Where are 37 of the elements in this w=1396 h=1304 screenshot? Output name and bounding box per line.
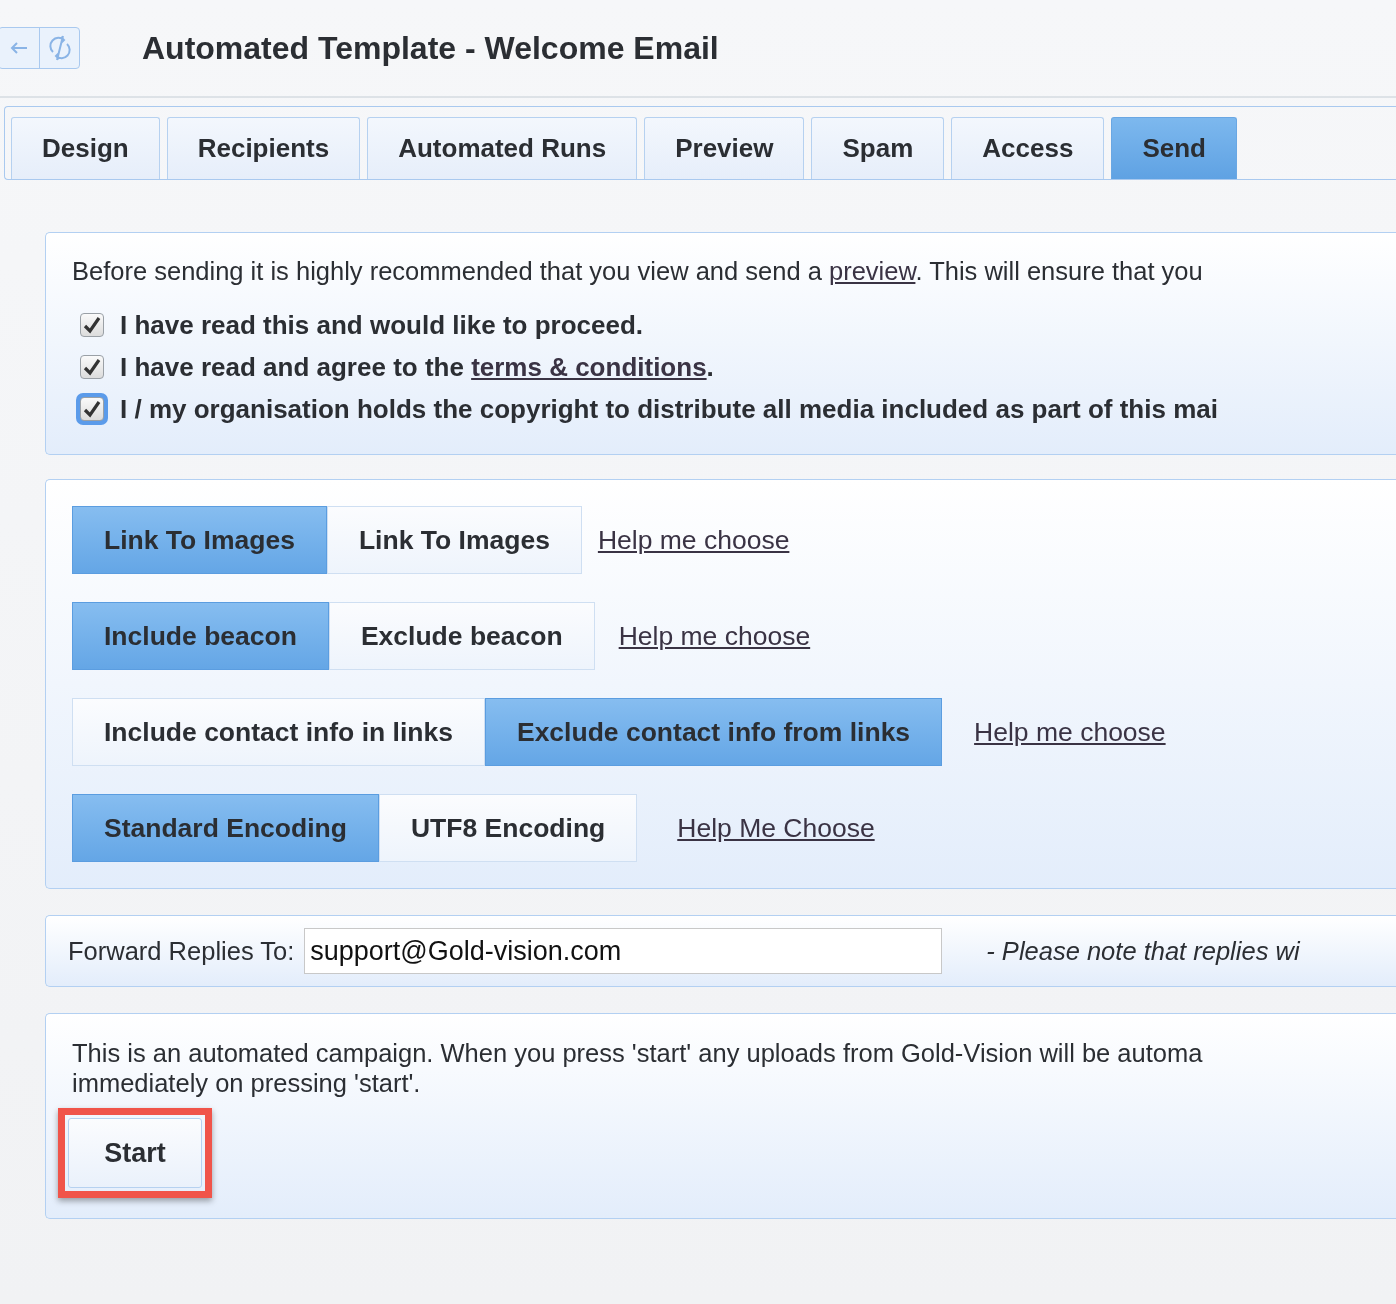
notice-text: Before sending it is highly recommended that you view and send a preview. This will ensure that you — [72, 257, 1204, 286]
checkbox-label: I have read this and would like to proceed. — [120, 309, 643, 341]
checkbox-label: I have read and agree to the terms & conditions. — [120, 351, 714, 383]
option-toggle[interactable]: Link To Images — [72, 506, 327, 574]
tab[interactable]: Recipients — [166, 117, 361, 179]
option-toggle[interactable]: Include contact info in links — [72, 698, 485, 766]
option-toggle[interactable]: Exclude contact info from links — [484, 698, 943, 766]
note-text: - Please note that replies wi — [986, 936, 1300, 966]
help-link[interactable]: Help me choose — [974, 716, 1166, 748]
preview-link[interactable]: preview — [828, 257, 916, 285]
option-toggle[interactable]: UTF8 Encoding — [378, 794, 638, 862]
option-toggle[interactable]: Exclude beacon — [328, 602, 595, 670]
checkmark-icon — [83, 358, 101, 376]
start-button[interactable]: Start — [68, 1118, 202, 1188]
tab[interactable]: Access — [951, 117, 1105, 179]
field-label: Forward Replies To: — [68, 936, 295, 966]
checkmark-icon — [83, 400, 101, 418]
tab[interactable]: Send — [1111, 117, 1237, 179]
tab[interactable]: Automated Runs — [367, 117, 638, 179]
tab[interactable]: Spam — [811, 117, 945, 179]
info-text: This is an automated campaign. When you press 'start' any uploads from Gold-Vision will be automa immediately on pressing 'start'. — [72, 1038, 1204, 1098]
option-toggle[interactable]: Standard Encoding — [72, 794, 379, 862]
terms-link[interactable]: terms & conditions — [471, 351, 707, 382]
tab[interactable]: Preview — [644, 117, 805, 179]
help-link[interactable]: Help me choose — [618, 620, 811, 652]
checkmark-icon — [83, 316, 101, 334]
help-link[interactable]: Help me choose — [597, 524, 790, 556]
option-toggle[interactable]: Link To Images — [326, 506, 582, 574]
tab[interactable]: Design — [11, 117, 160, 179]
back-arrow-icon — [9, 41, 29, 55]
checkbox[interactable] — [80, 313, 104, 337]
option-toggle[interactable]: Include beacon — [72, 602, 329, 670]
checkbox[interactable] — [80, 355, 104, 379]
page-title: Automated Template - Welcome Email — [142, 29, 719, 67]
checkbox-label: I / my organisation holds the copyright to distribute all media included as part of this mai — [120, 393, 1218, 425]
help-link[interactable]: Help Me Choose — [677, 812, 875, 844]
forward-email-field[interactable]: support@Gold-vision.com — [304, 928, 943, 974]
